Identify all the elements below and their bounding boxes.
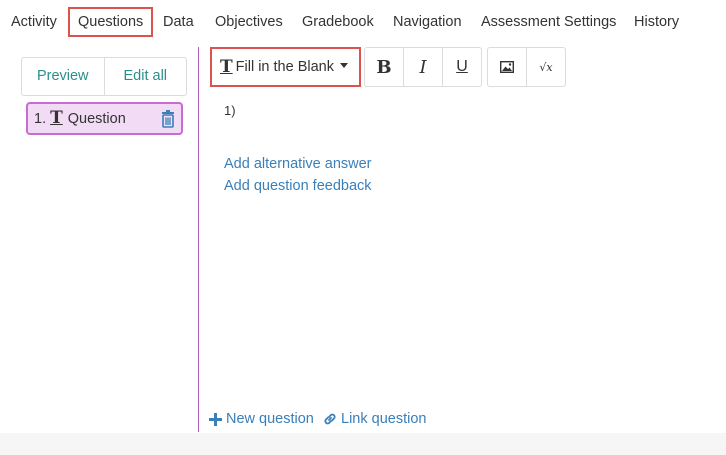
tab-objectives[interactable]: Objectives bbox=[215, 7, 283, 37]
link-question-link[interactable]: Link question bbox=[323, 411, 426, 427]
question-label: Question bbox=[67, 110, 126, 127]
text-type-icon: T bbox=[50, 108, 63, 128]
tab-navigation[interactable]: Navigation bbox=[393, 7, 462, 37]
new-question-link[interactable]: New question bbox=[209, 411, 314, 427]
answer-number: 1) bbox=[224, 103, 236, 118]
new-question-label: New question bbox=[226, 411, 314, 427]
tab-gradebook[interactable]: Gradebook bbox=[302, 7, 374, 37]
image-icon bbox=[500, 61, 514, 73]
question-type-dropdown[interactable]: T Fill in the Blank bbox=[210, 47, 361, 87]
tab-assessment-settings[interactable]: Assessment Settings bbox=[481, 7, 616, 37]
insert-math-button[interactable]: √x bbox=[526, 48, 565, 86]
italic-button[interactable]: I bbox=[403, 48, 442, 86]
footer-band bbox=[0, 433, 726, 455]
format-button-group: B I U bbox=[364, 47, 482, 87]
edit-all-button[interactable]: Edit all bbox=[103, 58, 187, 95]
tab-history[interactable]: History bbox=[634, 7, 679, 37]
insert-image-button[interactable] bbox=[488, 48, 526, 86]
plus-icon bbox=[209, 412, 222, 426]
sqrt-icon: √x bbox=[539, 60, 553, 74]
add-question-feedback-link[interactable]: Add question feedback bbox=[224, 178, 372, 194]
top-nav: Activity Questions Data Objectives Grade… bbox=[0, 0, 726, 44]
underline-button[interactable]: U bbox=[442, 48, 481, 86]
panel-divider bbox=[198, 47, 199, 432]
text-type-icon: T bbox=[220, 56, 233, 77]
link-question-label: Link question bbox=[341, 411, 427, 427]
tab-data[interactable]: Data bbox=[163, 7, 194, 37]
insert-button-group: √x bbox=[487, 47, 566, 87]
link-icon bbox=[324, 413, 336, 425]
question-type-label: Fill in the Blank bbox=[235, 59, 334, 75]
bold-button[interactable]: B bbox=[365, 48, 403, 86]
preview-edit-button-group: Preview Edit all bbox=[21, 57, 187, 96]
add-alternative-answer-link[interactable]: Add alternative answer bbox=[224, 156, 372, 172]
trash-icon[interactable] bbox=[161, 110, 175, 128]
tab-activity[interactable]: Activity bbox=[11, 7, 57, 37]
question-number: 1. bbox=[34, 110, 47, 127]
tab-questions[interactable]: Questions bbox=[68, 7, 154, 37]
preview-button[interactable]: Preview bbox=[22, 58, 104, 95]
caret-down-icon bbox=[339, 62, 348, 68]
question-list-item[interactable]: 1. T Question bbox=[26, 102, 183, 135]
